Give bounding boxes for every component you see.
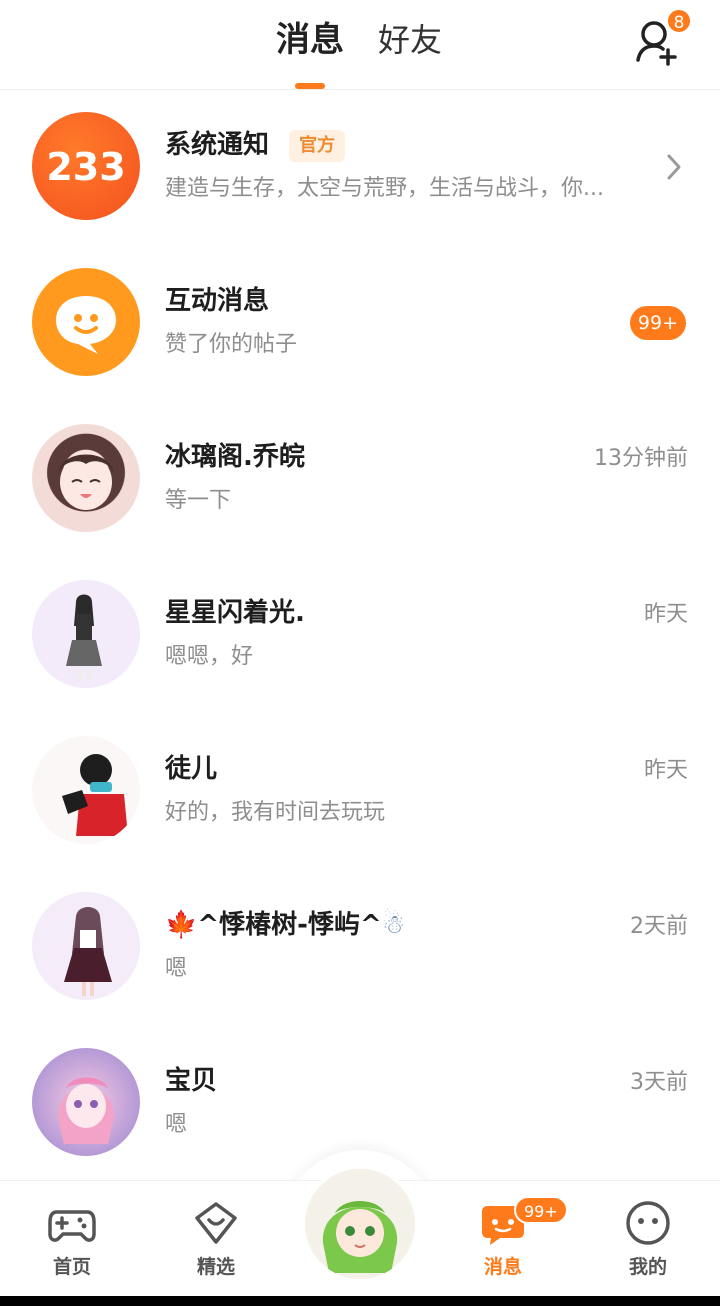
avatar <box>32 424 140 532</box>
conversation-row[interactable]: 星星闪着光. 嗯嗯，好 昨天 <box>0 558 720 714</box>
smiley-face-icon <box>626 1201 670 1245</box>
tab-friends[interactable]: 好友 <box>378 18 442 62</box>
interaction-avatar <box>32 268 140 376</box>
conversation-row[interactable]: 🍁^悸椿树-悸屿^☃ 嗯 2天前 <box>0 870 720 1026</box>
logo-233-icon: 233 <box>46 145 125 189</box>
conversation-name: 宝贝 <box>165 1066 218 1096</box>
top-header: 消息 好友 8 <box>0 0 720 90</box>
conversation-preview: 赞了你的帖子 <box>165 332 298 357</box>
nav-item-featured[interactable]: 精选 <box>166 1198 266 1288</box>
pink-hair-girl-avatar-icon <box>57 1077 115 1144</box>
conversation-preview: 好的，我有时间去玩玩 <box>165 800 386 825</box>
conversation-name: 🍁^悸椿树-悸屿^☃ <box>165 904 405 941</box>
nav-center-avatar-button[interactable] <box>302 1166 418 1282</box>
conversation-preview: 嗯嗯，好 <box>165 644 254 669</box>
system-notice-avatar: 233 <box>32 112 140 220</box>
green-hair-character-avatar-icon <box>305 1169 415 1279</box>
snowman-icon: ☃ <box>381 910 406 940</box>
avatar <box>32 580 140 688</box>
maple-leaf-icon: 🍁 <box>165 910 198 940</box>
conversation-preview: 建造与生存，太空与荒野，生活与战斗，你... <box>165 176 604 201</box>
friend-request-badge: 8 <box>666 8 692 34</box>
conversation-name: 互动消息 <box>165 286 270 316</box>
conversation-name-text: ^悸椿树-悸屿^ <box>197 910 382 940</box>
svg-text:233: 233 <box>46 145 125 189</box>
nav-item-profile[interactable]: 我的 <box>598 1198 698 1288</box>
conversation-name: 星星闪着光. <box>165 598 305 628</box>
nav-label: 精选 <box>196 1256 235 1278</box>
avatar <box>32 736 140 844</box>
anime-figure-avatar-icon <box>66 594 102 680</box>
conversation-row-system[interactable]: 233 系统通知 官方 建造与生存，太空与荒野，生活与战斗，你... <box>0 90 720 246</box>
system-bottom-bar <box>0 1296 720 1306</box>
conversation-name: 系统通知 官方 <box>165 124 346 162</box>
active-tab-indicator <box>295 83 325 89</box>
anime-girl-avatar-icon <box>58 454 114 510</box>
chibi-avatar-icon <box>62 754 128 836</box>
conversation-time: 昨天 <box>643 758 688 783</box>
conversation-preview: 嗯 <box>165 956 188 981</box>
nav-item-home[interactable]: 首页 <box>22 1198 122 1288</box>
conversation-time: 3天前 <box>630 1070 688 1095</box>
nav-label: 我的 <box>628 1256 667 1278</box>
unread-count-badge: 99+ <box>629 306 686 340</box>
gamepad-icon <box>48 1210 96 1242</box>
anime-girl-dress-avatar-icon <box>64 907 112 996</box>
conversation-preview: 等一下 <box>165 488 232 513</box>
chat-smile-icon <box>56 296 116 354</box>
nav-label: 消息 <box>483 1256 522 1278</box>
conversation-name: 徒儿 <box>165 754 218 784</box>
conversation-name-text: 系统通知 <box>165 130 270 160</box>
messages-unread-badge: 99+ <box>514 1196 568 1224</box>
chevron-right-icon <box>667 154 681 180</box>
avatar <box>32 892 140 1000</box>
conversation-time: 昨天 <box>643 602 688 627</box>
tab-messages[interactable]: 消息 <box>276 18 344 62</box>
conversation-time: 13分钟前 <box>594 446 688 471</box>
avatar <box>32 1048 140 1156</box>
official-tag: 官方 <box>289 129 346 162</box>
conversation-name: 冰璃阁.乔皖 <box>165 442 305 472</box>
conversation-row-interactions[interactable]: 互动消息 赞了你的帖子 99+ <box>0 246 720 402</box>
conversation-time: 2天前 <box>630 914 688 939</box>
conversation-row[interactable]: 冰璃阁.乔皖 等一下 13分钟前 <box>0 402 720 558</box>
conversation-row[interactable]: 徒儿 好的，我有时间去玩玩 昨天 <box>0 714 720 870</box>
nav-label: 首页 <box>52 1256 91 1278</box>
heart-diamond-icon <box>195 1202 237 1244</box>
conversation-preview: 嗯 <box>165 1112 188 1137</box>
